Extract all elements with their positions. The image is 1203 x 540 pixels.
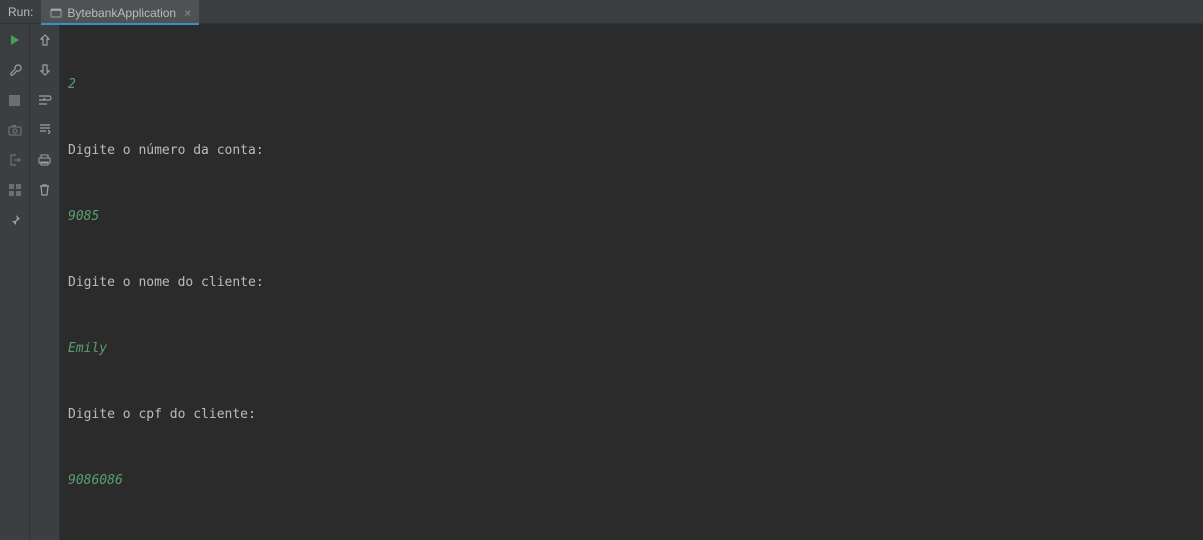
scroll-end-button[interactable] (35, 120, 55, 140)
run-label: Run: (0, 5, 41, 19)
console-input: Emily (68, 338, 1195, 360)
console-input: 9085 (68, 206, 1195, 228)
close-icon[interactable]: × (184, 6, 191, 20)
down-arrow-button[interactable] (35, 60, 55, 80)
run-tab[interactable]: BytebankApplication × (41, 0, 199, 24)
main-area: 2 Digite o número da conta: 9085 Digite … (0, 24, 1203, 540)
up-arrow-button[interactable] (35, 30, 55, 50)
exit-button[interactable] (5, 150, 25, 170)
layout-button[interactable] (5, 180, 25, 200)
rerun-button[interactable] (5, 30, 25, 50)
left-toolbar-1 (0, 24, 30, 540)
left-toolbar-2 (30, 24, 60, 540)
wrench-button[interactable] (5, 60, 25, 80)
console-output[interactable]: 2 Digite o número da conta: 9085 Digite … (60, 24, 1203, 540)
stop-button[interactable] (5, 90, 25, 110)
camera-button[interactable] (5, 120, 25, 140)
console-text: Digite o cpf do cliente: (68, 404, 1195, 426)
console-input: 9086086 (68, 470, 1195, 492)
console-text: Digite o email do cliente: (68, 536, 1195, 540)
trash-button[interactable] (35, 180, 55, 200)
top-bar: Run: BytebankApplication × (0, 0, 1203, 24)
pin-button[interactable] (5, 210, 25, 230)
run-config-icon (49, 6, 63, 20)
console-text: Digite o nome do cliente: (68, 272, 1195, 294)
console-input: 2 (68, 74, 1195, 96)
console-text: Digite o número da conta: (68, 140, 1195, 162)
print-button[interactable] (35, 150, 55, 170)
soft-wrap-button[interactable] (35, 90, 55, 110)
tab-label: BytebankApplication (67, 6, 176, 20)
